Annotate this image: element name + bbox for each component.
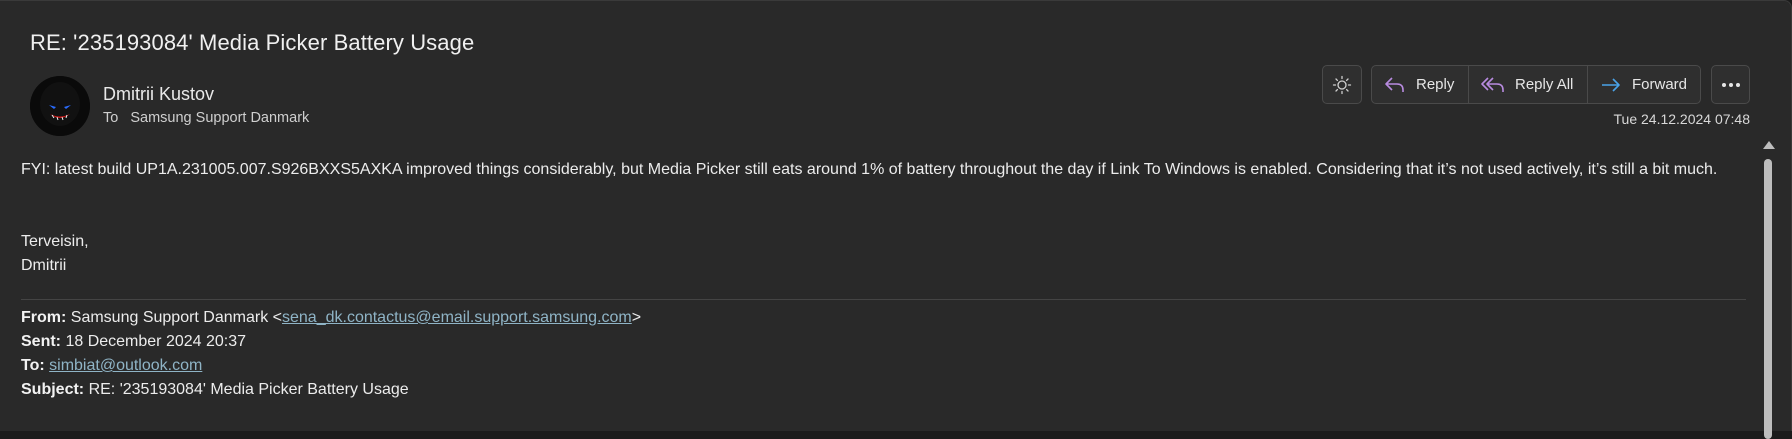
quoted-sent-line: Sent: 18 December 2024 20:37 <box>21 330 641 354</box>
forward-button[interactable]: Forward <box>1587 66 1700 103</box>
signature: Terveisin, Dmitrii <box>21 230 89 278</box>
more-dots-icon <box>1721 82 1740 87</box>
subject-label: Subject: <box>21 381 85 398</box>
email-reading-pane: RE: '235193084' Media Picker Battery Usa… <box>0 0 1792 439</box>
quote-divider <box>21 299 1746 300</box>
recipient-line: To Samsung Support Danmark <box>103 110 309 126</box>
email-subject: RE: '235193084' Media Picker Battery Usa… <box>30 30 475 55</box>
reply-all-icon <box>1481 76 1504 92</box>
subject-value: RE: '235193084' Media Picker Battery Usa… <box>88 381 409 398</box>
sun-icon <box>1332 75 1352 94</box>
scroll-up-arrow-icon[interactable] <box>1763 141 1775 149</box>
to-label: To <box>103 110 119 126</box>
sent-date: Tue 24.12.2024 07:48 <box>1613 111 1751 127</box>
sent-value: 18 December 2024 20:37 <box>65 333 247 350</box>
message-body: FYI: latest build UP1A.231005.007.S926BX… <box>21 161 1718 178</box>
sent-label: Sent: <box>21 333 61 350</box>
reply-button-group: Reply Reply All Forward <box>1371 65 1701 104</box>
quoted-header: From: Samsung Support Danmark <sena_dk.c… <box>21 306 641 402</box>
reply-all-button[interactable]: Reply All <box>1468 66 1587 103</box>
quoted-to-line: To: simbiat@outlook.com <box>21 354 641 378</box>
reply-icon <box>1385 76 1404 92</box>
signature-greeting: Terveisin, <box>21 233 89 250</box>
more-actions-button[interactable] <box>1711 65 1750 104</box>
avatar[interactable] <box>30 76 90 136</box>
quoted-from-line: From: Samsung Support Danmark <sena_dk.c… <box>21 306 641 330</box>
to-label-quoted: To: <box>21 357 45 374</box>
from-email-link[interactable]: sena_dk.contactus@email.support.samsung.… <box>282 309 632 326</box>
avatar-image <box>30 76 90 136</box>
to-email-link[interactable]: simbiat@outlook.com <box>49 357 202 374</box>
quoted-subject-line: Subject: RE: '235193084' Media Picker Ba… <box>21 378 641 402</box>
from-close: > <box>631 309 642 326</box>
reply-all-label: Reply All <box>1515 76 1574 93</box>
from-label: From: <box>21 309 67 326</box>
forward-label: Forward <box>1632 76 1688 93</box>
recipient-name[interactable]: Samsung Support Danmark <box>130 110 309 126</box>
from-name: Samsung Support Danmark < <box>70 309 282 326</box>
reply-button[interactable]: Reply <box>1372 66 1468 103</box>
sender-name[interactable]: Dmitrii Kustov <box>103 84 214 105</box>
light-mode-toggle-button[interactable] <box>1322 65 1362 104</box>
reply-label: Reply <box>1416 76 1455 93</box>
signature-name: Dmitrii <box>21 257 67 274</box>
forward-arrow-icon <box>1602 77 1620 92</box>
scroll-thumb[interactable] <box>1764 159 1772 439</box>
vertical-scrollbar[interactable] <box>1762 141 1775 439</box>
